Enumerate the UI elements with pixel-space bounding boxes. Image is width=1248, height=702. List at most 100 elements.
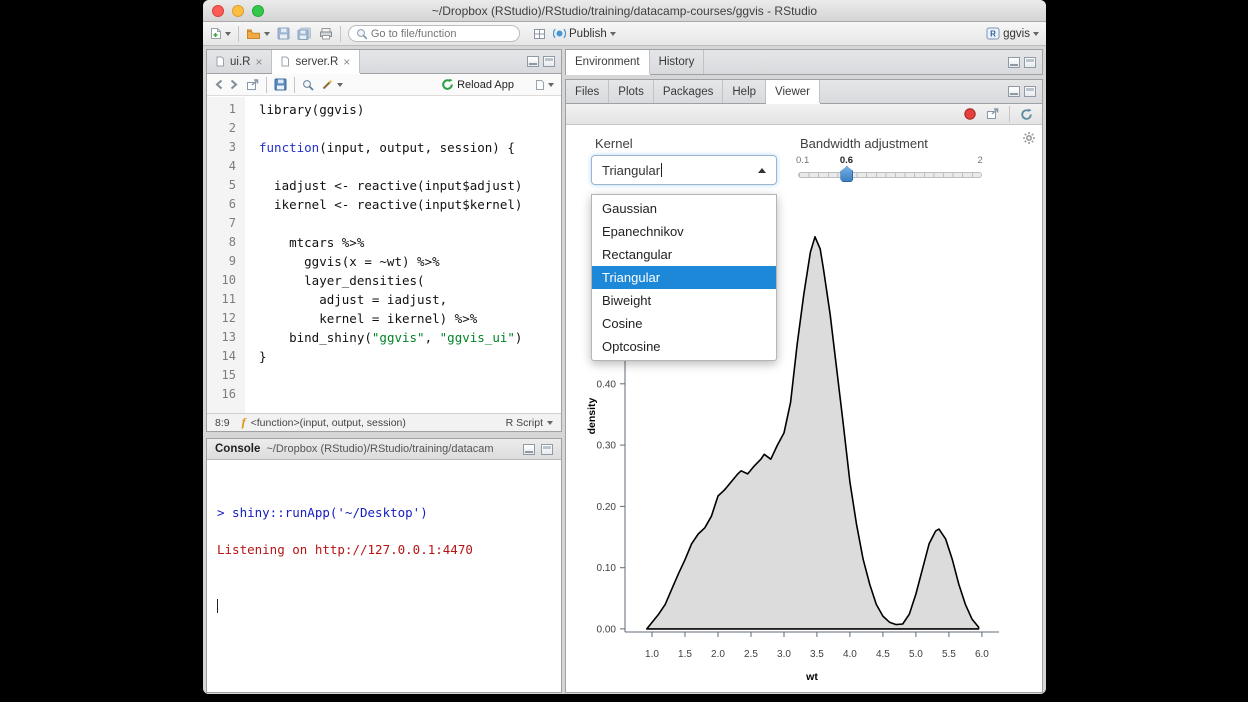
- code-text: bind_shiny("ggvis", "ggvis_ui"): [245, 328, 522, 347]
- stop-icon[interactable]: [964, 108, 976, 120]
- svg-text:5.5: 5.5: [942, 649, 956, 660]
- back-icon[interactable]: [214, 79, 225, 90]
- zoom-window-button[interactable]: [252, 5, 264, 17]
- tab-plots[interactable]: Plots: [609, 80, 654, 103]
- settings-button[interactable]: [1022, 131, 1036, 148]
- slider-track[interactable]: [798, 172, 982, 178]
- kernel-option-triangular[interactable]: Triangular: [592, 266, 776, 289]
- viewer-toolbar: [566, 104, 1042, 125]
- addins-button[interactable]: [533, 28, 546, 40]
- environment-pane-controls: [1008, 50, 1042, 74]
- environment-tabstrip: EnvironmentHistory: [566, 50, 1042, 74]
- console-pane: Console ~/Dropbox (RStudio)/RStudio/trai…: [206, 438, 562, 693]
- code-text: adjust = iadjust,: [245, 290, 447, 309]
- open-in-new-window-icon[interactable]: [986, 108, 999, 120]
- file-icon: [216, 56, 225, 67]
- print-icon: [319, 27, 333, 40]
- window-title: ~/Dropbox (RStudio)/RStudio/training/dat…: [203, 0, 1046, 22]
- maximize-pane-icon[interactable]: [1024, 86, 1036, 97]
- save-icon[interactable]: [274, 78, 287, 91]
- svg-text:2.0: 2.0: [711, 649, 725, 660]
- tab-help[interactable]: Help: [723, 80, 766, 103]
- source-pane: ui.R × server.R ×: [206, 49, 562, 432]
- console-line: Listening on http://127.0.0.1:4470: [217, 541, 551, 560]
- function-context[interactable]: f <function>(input, output, session): [242, 415, 406, 430]
- project-menu-button[interactable]: R ggvis: [986, 27, 1039, 40]
- tab-label: server.R: [295, 56, 338, 68]
- code-text: function(input, output, session) {: [245, 138, 515, 157]
- minimize-pane-icon[interactable]: [527, 56, 539, 67]
- bandwidth-slider[interactable]: 0.10.62: [798, 155, 982, 191]
- kernel-option-cosine[interactable]: Cosine: [592, 312, 776, 335]
- print-button[interactable]: [319, 27, 333, 40]
- svg-text:5.0: 5.0: [909, 649, 923, 660]
- kernel-option-epanechnikov[interactable]: Epanechnikov: [592, 220, 776, 243]
- code-editor[interactable]: 1library(ggvis)23function(input, output,…: [207, 97, 561, 413]
- doc-type-menu[interactable]: R Script: [506, 417, 553, 429]
- kernel-option-optcosine[interactable]: Optcosine: [592, 335, 776, 358]
- popout-icon[interactable]: [246, 79, 259, 91]
- editor-tab-server-r[interactable]: server.R ×: [272, 50, 360, 73]
- editor-tab-ui-r[interactable]: ui.R ×: [207, 50, 272, 73]
- svg-text:2.5: 2.5: [744, 649, 758, 660]
- code-tools-button[interactable]: [321, 78, 343, 91]
- code-line: 12 kernel = ikernel) %>%: [207, 309, 561, 328]
- publish-button[interactable]: Publish: [553, 27, 616, 40]
- svg-text:density: density: [586, 397, 598, 434]
- line-number: 13: [207, 328, 245, 347]
- code-line: 10 layer_densities(: [207, 271, 561, 290]
- maximize-pane-icon[interactable]: [1024, 57, 1036, 68]
- tab-viewer[interactable]: Viewer: [766, 80, 820, 103]
- code-line: 11 adjust = iadjust,: [207, 290, 561, 309]
- save-all-button[interactable]: [297, 27, 312, 40]
- slider-tick-label: 0.1: [796, 155, 809, 166]
- code-line: 3function(input, output, session) {: [207, 138, 561, 157]
- line-number: 5: [207, 176, 245, 195]
- find-icon[interactable]: [302, 79, 314, 91]
- tab-label: ui.R: [230, 56, 250, 68]
- toolbar-separator: [238, 26, 239, 42]
- line-number: 11: [207, 290, 245, 309]
- tab-history[interactable]: History: [650, 50, 705, 74]
- kernel-option-rectangular[interactable]: Rectangular: [592, 243, 776, 266]
- code-text: [245, 157, 259, 176]
- kernel-option-biweight[interactable]: Biweight: [592, 289, 776, 312]
- code-line: 5 iadjust <- reactive(input$adjust): [207, 176, 561, 195]
- minimize-pane-icon[interactable]: [523, 444, 535, 455]
- console-input-line[interactable]: [217, 597, 551, 616]
- svg-text:0.30: 0.30: [597, 441, 617, 452]
- forward-icon[interactable]: [228, 79, 239, 90]
- minimize-pane-icon[interactable]: [1008, 86, 1020, 97]
- code-line: 16: [207, 385, 561, 404]
- maximize-pane-icon[interactable]: [541, 444, 553, 455]
- open-file-button[interactable]: [246, 28, 270, 40]
- tab-packages[interactable]: Packages: [654, 80, 724, 103]
- reload-app-button[interactable]: Reload App: [441, 78, 514, 91]
- select-text-caret: [661, 163, 662, 177]
- tab-files[interactable]: Files: [566, 80, 609, 103]
- slider-handle[interactable]: [840, 166, 853, 182]
- editor-statusbar: 8:9 f <function>(input, output, session)…: [207, 413, 561, 431]
- minimize-pane-icon[interactable]: [1008, 57, 1020, 68]
- goto-file-box[interactable]: [348, 25, 520, 42]
- minimize-window-button[interactable]: [232, 5, 244, 17]
- close-window-button[interactable]: [212, 5, 224, 17]
- code-text: iadjust <- reactive(input$adjust): [245, 176, 522, 195]
- kernel-select[interactable]: Triangular: [591, 155, 777, 185]
- new-file-button[interactable]: [210, 27, 231, 40]
- maximize-pane-icon[interactable]: [543, 56, 555, 67]
- function-badge-icon: f: [242, 415, 246, 430]
- close-tab-icon[interactable]: ×: [343, 56, 350, 68]
- refresh-icon[interactable]: [1020, 108, 1033, 121]
- kernel-option-gaussian[interactable]: Gaussian: [592, 197, 776, 220]
- tab-environment[interactable]: Environment: [566, 50, 650, 74]
- source-menu-button[interactable]: [535, 79, 554, 91]
- gear-icon: [1022, 131, 1036, 145]
- goto-file-input[interactable]: [371, 28, 512, 40]
- svg-text:3.0: 3.0: [777, 649, 791, 660]
- open-folder-icon: [246, 28, 261, 40]
- console-output[interactable]: > shiny::runApp('~/Desktop') Listening o…: [207, 460, 561, 659]
- save-button[interactable]: [277, 27, 290, 40]
- close-tab-icon[interactable]: ×: [255, 56, 262, 68]
- save-all-icon: [297, 27, 312, 40]
